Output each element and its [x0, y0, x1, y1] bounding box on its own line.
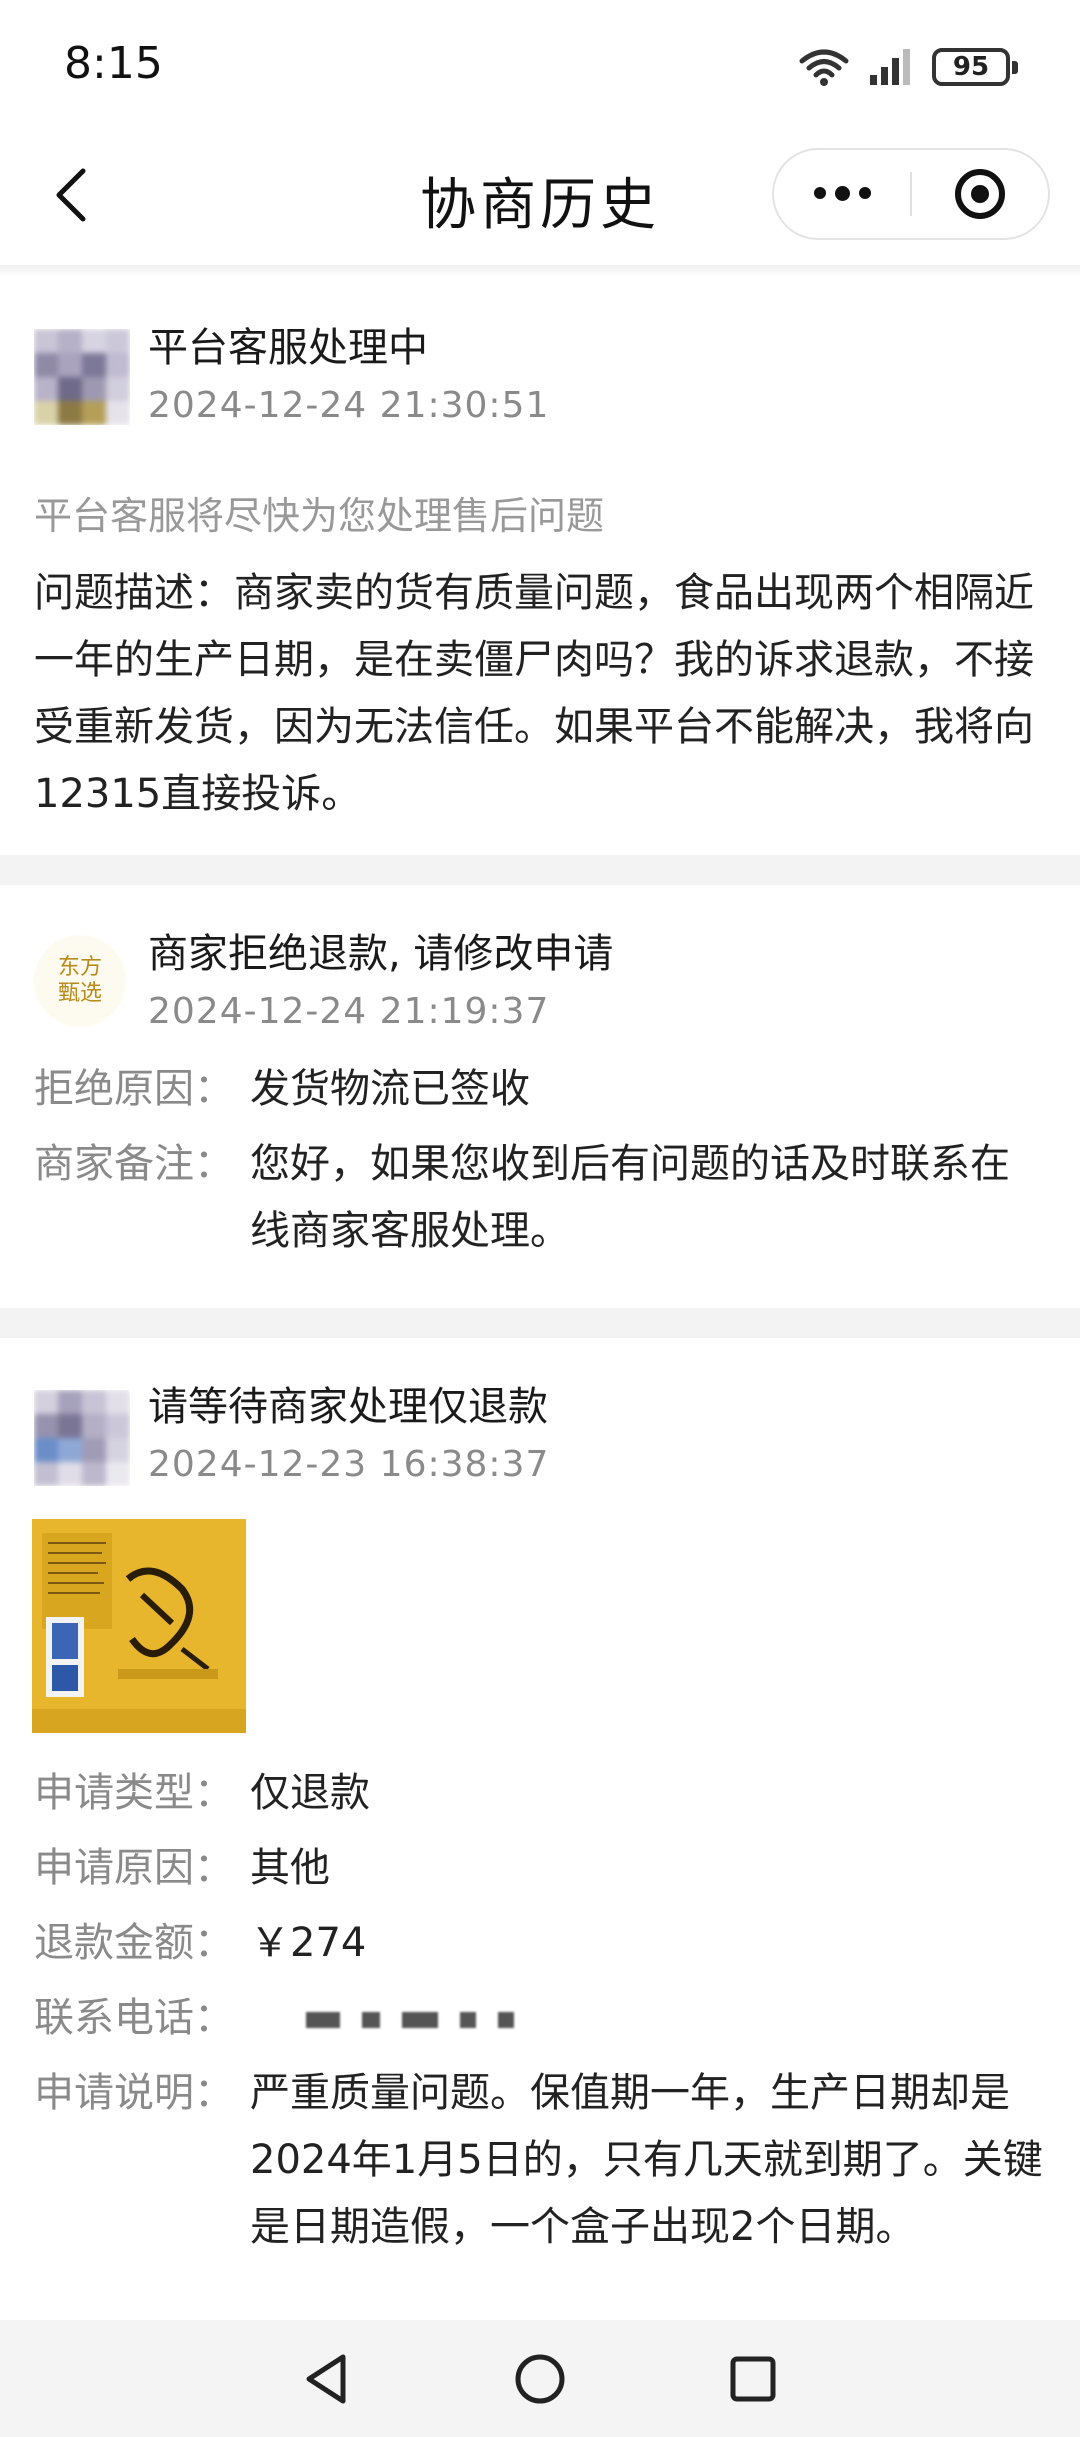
evidence-photo[interactable]: [32, 1519, 246, 1733]
status-bar: 8:15 95: [0, 0, 1080, 130]
merchant-logo-text: 东方甄选: [57, 955, 102, 1006]
field-value: 仅退款: [250, 1770, 370, 1816]
field-label: 申请类型：: [34, 1770, 234, 1816]
status-time: 8:15: [64, 38, 163, 89]
history-record: 请等待商家处理仅退款 2024-12-23 16:38:37 申请类型： 仅退款…: [0, 1338, 1080, 2328]
phone-value-masked: [250, 1985, 1046, 2052]
history-record: 平台客服处理中 2024-12-24 21:30:51 平台客服将尽快为您处理售…: [0, 277, 1080, 850]
battery-level: 95: [952, 52, 990, 82]
record-title: 平台客服处理中: [148, 325, 428, 371]
field-label: 拒绝原因：: [34, 1066, 234, 1112]
signal-icon: [870, 49, 910, 85]
target-icon: [955, 169, 1005, 219]
system-recent-button[interactable]: [713, 2339, 793, 2419]
field-value: 其他: [250, 1845, 330, 1891]
record-title: 请等待商家处理仅退款: [148, 1384, 548, 1430]
field-row: 退款金额： ￥274: [34, 1910, 1046, 1977]
field-value: 发货物流已签收: [250, 1066, 530, 1112]
square-recent-icon: [730, 2356, 776, 2401]
avatar: [34, 329, 130, 425]
more-button[interactable]: [774, 150, 910, 238]
battery-indicator: 95: [932, 48, 1018, 86]
section-divider: [0, 855, 1080, 885]
field-label: 商家备注：: [34, 1141, 234, 1187]
field-label: 联系电话：: [34, 1995, 234, 2041]
field-label: 申请原因：: [34, 1845, 234, 1891]
more-icon: [813, 186, 871, 201]
avatar: [34, 1390, 130, 1486]
field-row: 拒绝原因： 发货物流已签收: [34, 1056, 1046, 1123]
record-note: 平台客服将尽快为您处理售后问题: [34, 494, 605, 538]
field-row: 商家备注： 您好，如果您收到后有问题的话及时联系在线商家客服处理。: [34, 1131, 1046, 1265]
history-record: 东方甄选 商家拒绝退款, 请修改申请 2024-12-24 21:19:37 拒…: [0, 885, 1080, 1305]
field-value: 您好，如果您收到后有问题的话及时联系在线商家客服处理。: [250, 1141, 1010, 1254]
record-time: 2024-12-24 21:19:37: [148, 991, 550, 1032]
record-title: 商家拒绝退款, 请修改申请: [148, 931, 614, 977]
field-value: ￥274: [250, 1920, 367, 1966]
triangle-back-icon: [306, 2354, 346, 2403]
system-back-button[interactable]: [287, 2339, 367, 2419]
section-divider: [0, 1308, 1080, 1338]
record-time: 2024-12-23 16:38:37: [148, 1444, 550, 1485]
field-row: 申请原因： 其他: [34, 1835, 1046, 1902]
nav-bar: 协商历史: [0, 130, 1080, 265]
status-indicators: 95: [798, 44, 1018, 90]
field-label: 申请说明：: [34, 2070, 234, 2116]
merchant-logo: 东方甄选: [34, 935, 126, 1027]
record-time: 2024-12-24 21:30:51: [148, 385, 550, 426]
field-row: 申请说明： 严重质量问题。保值期一年，生产日期却是2024年1月5日的，只有几天…: [34, 2060, 1046, 2261]
wifi-icon: [799, 49, 849, 86]
field-label: 退款金额：: [34, 1920, 234, 1966]
package-photo-illustration: [32, 1519, 246, 1733]
phone-mask: [306, 2012, 514, 2028]
record-description: 问题描述：商家卖的货有质量问题，食品出现两个相隔近一年的生产日期，是在卖僵尸肉吗…: [34, 570, 1034, 817]
field-row: 申请类型： 仅退款: [34, 1760, 1046, 1827]
nav-shadow: [0, 265, 1080, 277]
close-program-button[interactable]: [912, 150, 1048, 238]
field-value: 严重质量问题。保值期一年，生产日期却是2024年1月5日的，只有几天就到期了。关…: [250, 2070, 1043, 2250]
circle-home-icon: [515, 2354, 565, 2403]
mini-program-capsule: [772, 148, 1050, 240]
system-home-button[interactable]: [500, 2339, 580, 2419]
field-row: 联系电话：: [34, 1985, 1046, 2052]
system-nav-bar: [0, 2320, 1080, 2437]
